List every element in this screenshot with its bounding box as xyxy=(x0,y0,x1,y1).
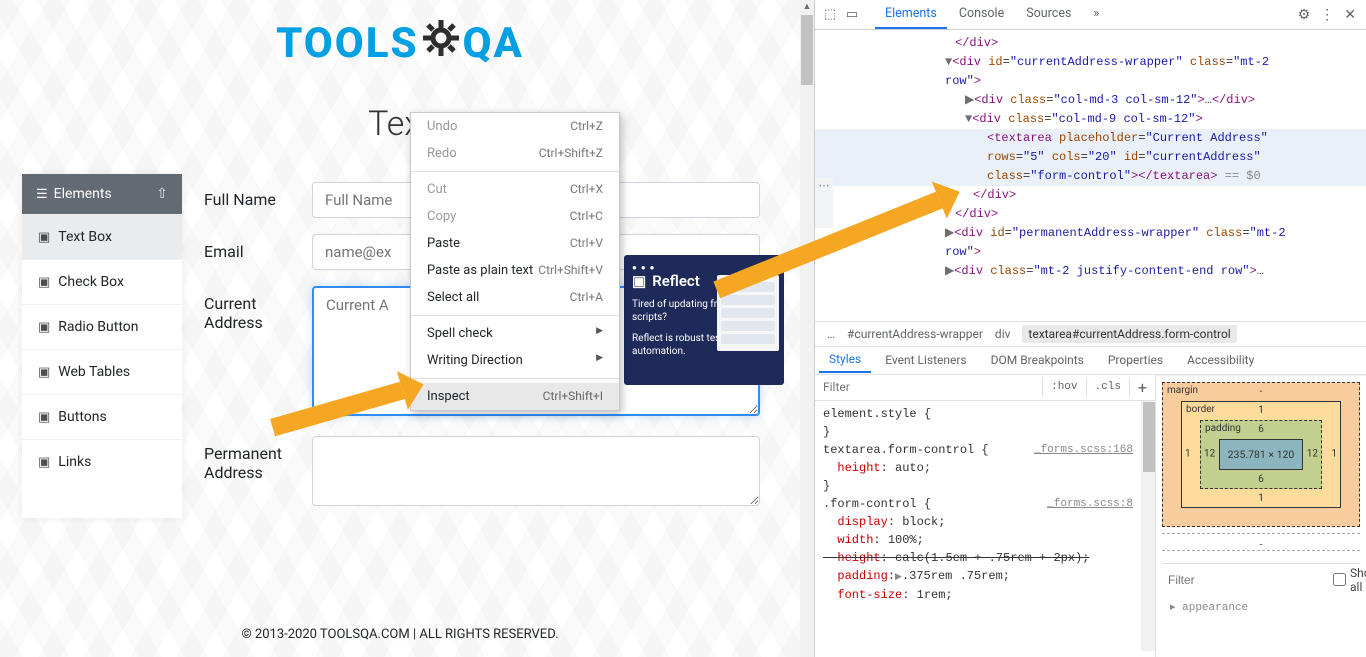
cm-writing-direction[interactable]: Writing Direction xyxy=(411,347,619,374)
logo-text-1: TOOLS xyxy=(276,19,418,68)
close-icon[interactable]: ✕ xyxy=(1344,7,1356,23)
sidebar-item-label: Radio Button xyxy=(58,319,138,335)
cm-paste-plain[interactable]: Paste as plain textCtrl+Shift+V xyxy=(411,257,619,284)
elements-breadcrumb[interactable]: … #currentAddress-wrapper div textarea#c… xyxy=(815,321,1366,347)
cm-cut[interactable]: CutCtrl+X xyxy=(411,176,619,203)
page-title: Text xyxy=(0,79,800,174)
styles-panel: :hov .cls + element.style { } _forms.scs… xyxy=(815,375,1156,657)
computed-filter-input[interactable] xyxy=(1166,570,1325,590)
inspect-element-icon[interactable]: ⬚ xyxy=(821,7,839,22)
label-full-name: Full Name xyxy=(204,182,294,209)
add-rule-icon[interactable]: + xyxy=(1129,378,1155,397)
tab-elements[interactable]: Elements xyxy=(875,0,947,29)
bm-content: 235.781 × 120 xyxy=(1219,439,1303,470)
devtools-toolbar: ⬚ ▭ Elements Console Sources » ⚙ ⋮ ✕ xyxy=(815,0,1366,30)
textarea-permanent-address[interactable] xyxy=(312,436,760,506)
subtab-dom-breakpoints[interactable]: DOM Breakpoints xyxy=(981,348,1094,372)
elements-gutter-icon[interactable]: ⋯ xyxy=(815,178,833,228)
html-icon: ▣ xyxy=(38,320,50,335)
crumb-textarea[interactable]: textarea#currentAddress.form-control xyxy=(1022,325,1236,343)
scrollbar-thumb[interactable] xyxy=(801,15,813,85)
hov-toggle[interactable]: :hov xyxy=(1042,378,1085,396)
scroll-up-icon[interactable]: ▲ xyxy=(800,0,814,14)
label-email: Email xyxy=(204,234,294,261)
tab-console[interactable]: Console xyxy=(949,0,1014,29)
tab-sources[interactable]: Sources xyxy=(1016,0,1081,29)
logo: TOOLS QA xyxy=(0,0,800,79)
styles-subtabs: Styles Event Listeners DOM Breakpoints P… xyxy=(815,347,1366,375)
sidebar-item-buttons[interactable]: ▣ Buttons xyxy=(22,394,182,439)
page-scrollbar[interactable]: ▲ xyxy=(800,0,814,657)
styles-scrollbar[interactable] xyxy=(1141,401,1155,651)
sidebar: ☰ Elements ⇧ ▣ Text Box ▣ Check Box ▣ Radio … xyxy=(22,174,182,518)
sidebar-item-label: Buttons xyxy=(58,409,106,425)
separator xyxy=(411,171,619,172)
logo-text-2: QA xyxy=(463,19,524,68)
show-all-checkbox[interactable]: Show all xyxy=(1333,566,1366,594)
sidebar-item-label: Links xyxy=(58,454,91,470)
cls-toggle[interactable]: .cls xyxy=(1086,378,1129,396)
tab-overflow[interactable]: » xyxy=(1083,0,1109,29)
sidebar-item-label: Check Box xyxy=(58,274,124,290)
elements-tree[interactable]: </div> ▼<div id="currentAddress-wrapper"… xyxy=(815,30,1366,321)
ad-title: Reflect xyxy=(652,272,700,290)
html-icon: ▣ xyxy=(38,275,50,290)
collapse-icon[interactable]: ⇧ xyxy=(156,186,168,202)
crumb-ellipsis[interactable]: … xyxy=(827,327,835,341)
box-model-panel: margin - border 1 1 1 1 padding 6 12 12 … xyxy=(1156,375,1366,657)
sidebar-item-label: Web Tables xyxy=(58,364,130,380)
sidebar-item-links[interactable]: ▣ Links xyxy=(22,439,182,484)
subtab-properties[interactable]: Properties xyxy=(1098,348,1173,372)
sidebar-item-web-tables[interactable]: ▣ Web Tables xyxy=(22,349,182,394)
separator xyxy=(411,378,619,379)
bm-margin-label: margin xyxy=(1167,385,1198,396)
sidebar-item-check-box[interactable]: ▣ Check Box xyxy=(22,259,182,304)
crumb-div[interactable]: div xyxy=(995,327,1011,341)
crumb-wrapper[interactable]: #currentAddress-wrapper xyxy=(847,327,983,341)
label-current-address: Current Address xyxy=(204,286,294,332)
footer-text: © 2013-2020 TOOLSQA.COM | ALL RIGHTS RES… xyxy=(0,627,800,642)
gear-icon xyxy=(421,18,461,69)
sidebar-item-label: Text Box xyxy=(58,229,112,245)
settings-icon[interactable]: ⚙ xyxy=(1298,7,1311,23)
subtab-event-listeners[interactable]: Event Listeners xyxy=(875,348,976,372)
html-icon: ▣ xyxy=(38,410,50,425)
cm-undo[interactable]: UndoCtrl+Z xyxy=(411,113,619,140)
kebab-icon[interactable]: ⋮ xyxy=(1320,7,1334,23)
cm-redo[interactable]: RedoCtrl+Shift+Z xyxy=(411,140,619,167)
sidebar-header-label: Elements xyxy=(54,186,112,202)
cm-copy[interactable]: CopyCtrl+C xyxy=(411,203,619,230)
bm-padding-label: padding xyxy=(1205,423,1241,434)
device-toggle-icon[interactable]: ▭ xyxy=(843,7,861,22)
html-icon: ▣ xyxy=(38,365,50,380)
context-menu: UndoCtrl+Z RedoCtrl+Shift+Z CutCtrl+X Co… xyxy=(410,112,620,411)
html-icon: ▣ xyxy=(38,455,50,470)
devtools: ⬚ ▭ Elements Console Sources » ⚙ ⋮ ✕ </d… xyxy=(814,0,1366,657)
sidebar-item-text-box[interactable]: ▣ Text Box xyxy=(22,214,182,259)
cm-inspect[interactable]: InspectCtrl+Shift+I xyxy=(411,383,619,410)
sidebar-item-radio-button[interactable]: ▣ Radio Button xyxy=(22,304,182,349)
bm-border-label: border xyxy=(1186,404,1215,415)
reflect-icon: ▣ xyxy=(632,272,646,290)
hamburger-icon: ☰ xyxy=(36,187,48,202)
subtab-accessibility[interactable]: Accessibility xyxy=(1177,348,1264,372)
cm-spell-check[interactable]: Spell check xyxy=(411,320,619,347)
label-permanent-address: Permanent Address xyxy=(204,436,294,482)
cm-paste[interactable]: PasteCtrl+V xyxy=(411,230,619,257)
styles-filter-input[interactable] xyxy=(815,376,1042,398)
computed-appearance[interactable]: ▸ appearance xyxy=(1162,596,1360,618)
css-rules[interactable]: element.style { } _forms.scss:168textare… xyxy=(815,401,1141,651)
html-icon: ▣ xyxy=(38,230,50,245)
subtab-styles[interactable]: Styles xyxy=(819,347,871,373)
sidebar-header[interactable]: ☰ Elements ⇧ xyxy=(22,174,182,214)
cm-select-all[interactable]: Select allCtrl+A xyxy=(411,284,619,311)
separator xyxy=(411,315,619,316)
